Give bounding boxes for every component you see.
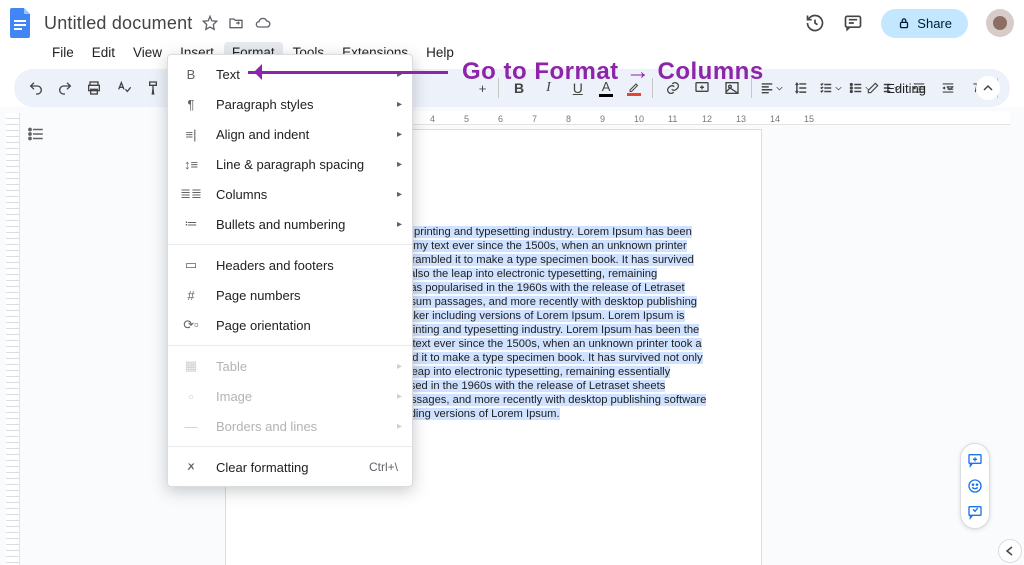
menu-item-icon: ▫ [182, 389, 200, 404]
account-avatar[interactable] [986, 9, 1014, 37]
menu-view[interactable]: View [125, 42, 170, 63]
menu-item-icon: ▭ [182, 257, 200, 273]
menu-edit[interactable]: Edit [84, 42, 123, 63]
add-comment-side-button[interactable] [967, 452, 983, 468]
line-spacing-button[interactable] [788, 74, 815, 102]
menu-item-icon: ≔ [182, 216, 200, 232]
format-menu-paragraph-styles[interactable]: ¶ Paragraph styles ▸ [168, 89, 412, 119]
redo-button[interactable] [51, 74, 78, 102]
menu-separator [168, 446, 412, 447]
document-title[interactable]: Untitled document [44, 13, 192, 34]
spellcheck-button[interactable] [110, 74, 137, 102]
menu-item-label: Page numbers [216, 288, 301, 303]
menu-item-icon: 🗶 [182, 459, 200, 475]
menu-item-label: Align and indent [216, 127, 309, 142]
menu-item-label: Image [216, 389, 252, 404]
menu-item-label: Page orientation [216, 318, 311, 333]
format-menu-clear-formatting[interactable]: 🗶 Clear formatting Ctrl+\ [168, 452, 412, 482]
paint-format-button[interactable] [139, 74, 166, 102]
checklist-button[interactable] [817, 74, 844, 102]
titlebar: Untitled document Share [0, 0, 1024, 40]
menu-item-label: Line & paragraph spacing [216, 157, 364, 172]
menu-item-icon: ↕≡ [182, 157, 200, 172]
side-action-panel [960, 443, 990, 529]
menu-item-icon: ▦ [182, 358, 200, 374]
history-icon[interactable] [805, 13, 825, 33]
mode-editing-button[interactable]: Editing [854, 75, 966, 102]
share-label: Share [917, 16, 952, 31]
format-menu-dropdown: B Text ▸ ¶ Paragraph styles ▸ ≡| Align and inde… [167, 54, 413, 487]
vertical-ruler [6, 113, 20, 565]
menu-item-label: Columns [216, 187, 267, 202]
ruler-tick: 14 [770, 114, 804, 124]
format-menu-columns[interactable]: ≣≣ Columns ▸ [168, 179, 412, 209]
menu-item-label: Bullets and numbering [216, 217, 345, 232]
menu-item-label: Text [216, 67, 240, 82]
ruler-tick: 11 [668, 114, 702, 124]
print-button[interactable] [81, 74, 108, 102]
format-menu-borders-and-lines: — Borders and lines ▸ [168, 411, 412, 441]
submenu-arrow-icon: ▸ [397, 219, 402, 230]
format-menu-page-numbers[interactable]: # Page numbers [168, 280, 412, 310]
ruler-tick: 5 [464, 114, 498, 124]
menu-item-icon: ≡| [182, 127, 200, 142]
submenu-arrow-icon: ▸ [397, 159, 402, 170]
annotation-arrow-icon [248, 62, 448, 82]
ruler-tick: 10 [634, 114, 668, 124]
cloud-status-icon[interactable] [254, 15, 272, 31]
ruler-tick: 6 [498, 114, 532, 124]
annotation-text: Go to Format → Columns [462, 58, 764, 86]
ruler-tick: 13 [736, 114, 770, 124]
show-outline-button[interactable] [27, 125, 45, 143]
submenu-arrow-icon: ▸ [397, 421, 402, 432]
menu-item-label: Borders and lines [216, 419, 317, 434]
submenu-arrow-icon: ▸ [397, 391, 402, 402]
star-icon[interactable] [202, 15, 218, 31]
suggest-edits-side-button[interactable] [967, 504, 983, 520]
format-menu-align-and-indent[interactable]: ≡| Align and indent ▸ [168, 119, 412, 149]
add-emoji-side-button[interactable] [967, 478, 983, 494]
explore-button[interactable] [998, 539, 1022, 563]
menu-item-label: Paragraph styles [216, 97, 314, 112]
menu-item-label: Headers and footers [216, 258, 334, 273]
format-menu-bullets-and-numbering[interactable]: ≔ Bullets and numbering ▸ [168, 209, 412, 239]
format-menu-headers-and-footers[interactable]: ▭ Headers and footers [168, 250, 412, 280]
ruler-tick: 9 [600, 114, 634, 124]
menu-item-icon: ⟳▫ [182, 317, 200, 333]
format-menu-table: ▦ Table ▸ [168, 351, 412, 381]
submenu-arrow-icon: ▸ [397, 99, 402, 110]
format-menu-image: ▫ Image ▸ [168, 381, 412, 411]
editing-label: Editing [886, 81, 926, 96]
format-menu-page-orientation[interactable]: ⟳▫ Page orientation [168, 310, 412, 340]
workspace: 21123456789101112131415 is simply dummy … [0, 107, 1024, 565]
share-button[interactable]: Share [881, 9, 968, 38]
ruler-tick: 12 [702, 114, 736, 124]
format-menu-line-paragraph-spacing[interactable]: ↕≡ Line & paragraph spacing ▸ [168, 149, 412, 179]
menu-item-icon: B [182, 67, 200, 82]
collapse-toolbar-button[interactable] [976, 76, 1000, 100]
menu-item-label: Clear formatting [216, 460, 308, 475]
menu-separator [168, 244, 412, 245]
ruler-tick: 8 [566, 114, 600, 124]
ruler-tick: 15 [804, 114, 838, 124]
ruler-tick: 7 [532, 114, 566, 124]
ruler-tick: 4 [430, 114, 464, 124]
submenu-arrow-icon: ▸ [397, 361, 402, 372]
submenu-arrow-icon: ▸ [397, 129, 402, 140]
tutorial-annotation: Go to Format → Columns [248, 58, 764, 86]
menu-item-icon: — [182, 419, 200, 434]
undo-button[interactable] [22, 74, 49, 102]
menu-item-icon: ¶ [182, 97, 200, 112]
menu-shortcut: Ctrl+\ [369, 460, 398, 474]
menu-separator [168, 345, 412, 346]
menu-item-label: Table [216, 359, 247, 374]
menu-item-icon: ≣≣ [182, 186, 200, 202]
menu-file[interactable]: File [44, 42, 82, 63]
comments-icon[interactable] [843, 13, 863, 33]
move-icon[interactable] [228, 15, 244, 31]
menu-item-icon: # [182, 288, 200, 303]
docs-logo-icon[interactable] [8, 6, 34, 40]
submenu-arrow-icon: ▸ [397, 189, 402, 200]
